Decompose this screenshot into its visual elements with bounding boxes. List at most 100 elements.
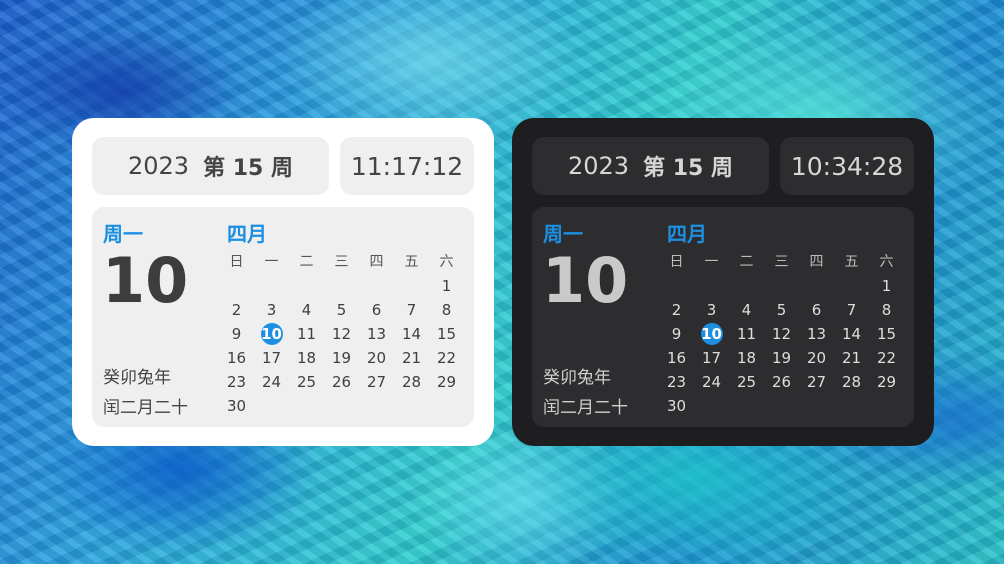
- week-number-text: 第 15 周: [643, 156, 733, 181]
- day-cell[interactable]: 13: [799, 322, 834, 346]
- day-number: 20: [806, 349, 827, 367]
- day-cell[interactable]: 13: [359, 322, 394, 346]
- day-cell[interactable]: 22: [429, 346, 464, 370]
- day-cell[interactable]: 19: [764, 346, 799, 370]
- day-cell[interactable]: 9: [219, 322, 254, 346]
- day-cell[interactable]: 8: [429, 298, 464, 322]
- week-number-text: 第 15 周: [203, 156, 293, 181]
- calendar-tile: 周一 10 癸卯兔年 闰二月二十 四月 日一二三四五六 1 2 3 4 5 6 7 8 9 10 11…: [92, 207, 474, 427]
- weekday-header: 四: [809, 254, 824, 270]
- empty-day-cell: [799, 274, 834, 298]
- empty-day-cell: [324, 274, 359, 298]
- day-cell[interactable]: 20: [799, 346, 834, 370]
- day-cell[interactable]: 25: [289, 370, 324, 394]
- day-cell[interactable]: 30: [659, 394, 694, 418]
- day-number: 19: [771, 349, 792, 367]
- day-cell[interactable]: 1: [429, 274, 464, 298]
- day-cell[interactable]: 25: [729, 370, 764, 394]
- day-cell[interactable]: 6: [359, 298, 394, 322]
- day-cell[interactable]: 3: [694, 298, 729, 322]
- day-cell[interactable]: 16: [659, 346, 694, 370]
- weekday-header: 二: [739, 254, 754, 270]
- empty-day-cell: [359, 274, 394, 298]
- day-cell[interactable]: 2: [659, 298, 694, 322]
- day-cell[interactable]: 11: [729, 322, 764, 346]
- day-cell[interactable]: 29: [869, 370, 904, 394]
- day-cell[interactable]: 15: [429, 322, 464, 346]
- day-cell[interactable]: 2: [219, 298, 254, 322]
- day-cell[interactable]: 23: [219, 370, 254, 394]
- day-cell[interactable]: 27: [799, 370, 834, 394]
- weekday-label: 周一: [543, 222, 583, 246]
- day-cell[interactable]: 16: [219, 346, 254, 370]
- day-cell[interactable]: 12: [324, 322, 359, 346]
- day-number: 11: [736, 325, 757, 343]
- day-number: 25: [736, 373, 757, 391]
- day-cell[interactable]: 19: [324, 346, 359, 370]
- day-cell[interactable]: 28: [834, 370, 869, 394]
- weekday-header: 一: [704, 254, 719, 270]
- day-cell[interactable]: 4: [729, 298, 764, 322]
- day-cell[interactable]: 14: [834, 322, 869, 346]
- day-number: 28: [841, 373, 862, 391]
- day-cell[interactable]: 17: [254, 346, 289, 370]
- day-cell[interactable]: 5: [324, 298, 359, 322]
- day-cell[interactable]: 23: [659, 370, 694, 394]
- big-day-number: 10: [102, 244, 189, 317]
- day-cell[interactable]: 4: [289, 298, 324, 322]
- day-number: 27: [366, 373, 387, 391]
- day-cell[interactable]: 29: [429, 370, 464, 394]
- day-number: 18: [296, 349, 317, 367]
- day-cell[interactable]: 30: [219, 394, 254, 418]
- day-cell[interactable]: 1: [869, 274, 904, 298]
- day-cell[interactable]: 9: [659, 322, 694, 346]
- weekday-header: 三: [334, 254, 349, 270]
- day-number: 21: [841, 349, 862, 367]
- day-number: 21: [401, 349, 422, 367]
- day-number: 2: [671, 301, 682, 319]
- day-cell[interactable]: 15: [869, 322, 904, 346]
- lunar-year: 癸卯兔年: [103, 368, 171, 388]
- day-cell[interactable]: 12: [764, 322, 799, 346]
- clock-tile: 11:17:12: [340, 137, 474, 195]
- month-grid: 日一二三四五六 1 2 3 4 5 6 7 8 9 10 11 12 13 14 15 16 17 18 19 20 21…: [659, 250, 904, 418]
- day-cell[interactable]: 7: [834, 298, 869, 322]
- day-number: 20: [366, 349, 387, 367]
- calendar-widget-dark[interactable]: 2023 第 15 周 10:34:28 周一 10 癸卯兔年 闰二月二十 四月…: [512, 118, 934, 446]
- day-number: 3: [706, 301, 717, 319]
- day-cell[interactable]: 28: [394, 370, 429, 394]
- empty-day-cell: [254, 274, 289, 298]
- day-number: 1: [441, 277, 452, 295]
- day-cell[interactable]: 6: [799, 298, 834, 322]
- day-cell[interactable]: 5: [764, 298, 799, 322]
- day-number: 14: [841, 325, 862, 343]
- day-cell[interactable]: 24: [254, 370, 289, 394]
- day-cell[interactable]: 7: [394, 298, 429, 322]
- day-cell-today[interactable]: 10: [694, 322, 729, 346]
- day-cell[interactable]: 22: [869, 346, 904, 370]
- day-cell-today[interactable]: 10: [254, 322, 289, 346]
- day-cell[interactable]: 27: [359, 370, 394, 394]
- day-cell[interactable]: 18: [729, 346, 764, 370]
- day-cell[interactable]: 14: [394, 322, 429, 346]
- day-number: 7: [406, 301, 417, 319]
- day-cell[interactable]: 8: [869, 298, 904, 322]
- day-cell[interactable]: 3: [254, 298, 289, 322]
- day-cell[interactable]: 21: [394, 346, 429, 370]
- day-cell[interactable]: 24: [694, 370, 729, 394]
- month-grid: 日一二三四五六 1 2 3 4 5 6 7 8 9 10 11 12 13 14 15 16 17 18 19 20 21…: [219, 250, 464, 418]
- day-number: 23: [226, 373, 247, 391]
- empty-day-cell: [394, 274, 429, 298]
- day-cell[interactable]: 11: [289, 322, 324, 346]
- day-cell[interactable]: 20: [359, 346, 394, 370]
- calendar-widget-light[interactable]: 2023 第 15 周 11:17:12 周一 10 癸卯兔年 闰二月二十 四月…: [72, 118, 494, 446]
- day-cell[interactable]: 17: [694, 346, 729, 370]
- day-number: 14: [401, 325, 422, 343]
- day-cell[interactable]: 26: [764, 370, 799, 394]
- weekday-header: 六: [879, 254, 894, 270]
- day-number: 29: [876, 373, 897, 391]
- day-cell[interactable]: 21: [834, 346, 869, 370]
- day-cell[interactable]: 18: [289, 346, 324, 370]
- empty-day-cell: [729, 274, 764, 298]
- day-cell[interactable]: 26: [324, 370, 359, 394]
